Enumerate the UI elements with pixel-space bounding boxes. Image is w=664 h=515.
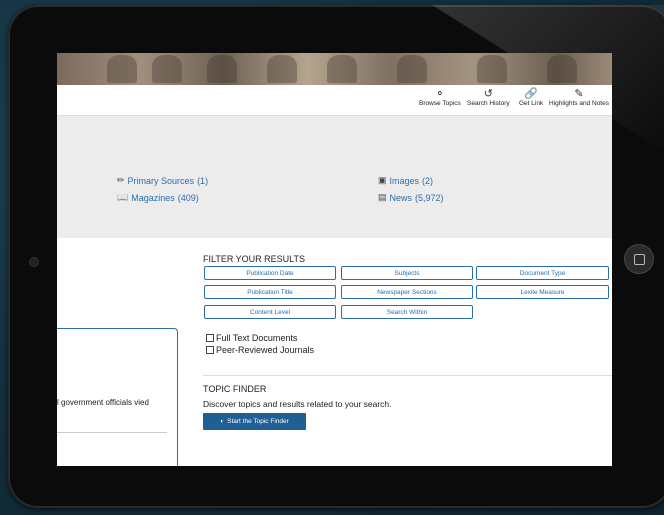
filter-subjects[interactable]: Subjects xyxy=(341,266,473,280)
start-topic-finder-label: Start the Topic Finder xyxy=(227,418,289,425)
book-icon: 📖 xyxy=(117,192,129,202)
browse-topics-button[interactable]: ⚬ Browse Topics xyxy=(419,88,461,107)
filter-search-within[interactable]: Search Within xyxy=(341,305,473,319)
filter-publication-date[interactable]: Publication Date xyxy=(204,266,336,280)
filter-document-type[interactable]: Document Type xyxy=(476,266,609,280)
news-label: News xyxy=(389,192,413,203)
images-label: Images xyxy=(389,175,420,186)
filter-newspaper-sections[interactable]: Newspaper Sections xyxy=(341,285,473,299)
topic-finder-icon: ◐ xyxy=(220,418,225,425)
screen: ⚬ Browse Topics ↺ Search History 🔗 Get L… xyxy=(57,53,612,466)
topic-finder-title: TOPIC FINDER xyxy=(203,384,267,394)
browse-topics-label: Browse Topics xyxy=(419,100,461,107)
header-banner-image xyxy=(57,53,612,85)
peer-reviewed-checkbox[interactable]: Peer-Reviewed Journals xyxy=(206,345,314,355)
search-history-label: Search History xyxy=(467,100,510,107)
result-snippet: l government officials vied xyxy=(57,398,149,407)
news-count: (5,972) xyxy=(415,192,444,203)
primary-sources-count: (1) xyxy=(197,175,209,186)
get-link-button[interactable]: 🔗 Get Link xyxy=(519,88,543,107)
filter-title: FILTER YOUR RESULTS xyxy=(203,254,306,264)
full-text-checkbox[interactable]: Full Text Documents xyxy=(206,333,297,343)
checkbox-icon[interactable] xyxy=(206,346,214,354)
pencil-icon: ✎ xyxy=(574,88,584,100)
magazines-count: (409) xyxy=(177,192,199,203)
lightbulb-icon: ⚬ xyxy=(435,88,445,100)
newspaper-icon: ▤ xyxy=(378,192,387,202)
start-topic-finder-button[interactable]: ◐ Start the Topic Finder xyxy=(203,413,306,430)
pencil-icon: ✏ xyxy=(117,175,125,185)
peer-reviewed-label: Peer-Reviewed Journals xyxy=(216,345,315,355)
camera-icon xyxy=(30,258,38,266)
filter-publication-title[interactable]: Publication Title xyxy=(204,285,336,299)
checkbox-icon[interactable] xyxy=(206,334,214,342)
search-history-button[interactable]: ↺ Search History xyxy=(467,88,510,107)
images-count: (2) xyxy=(422,175,434,186)
source-types-panel: ✏ Primary Sources (1) 📖 Magazines (409) … xyxy=(57,116,612,238)
link-icon: 🔗 xyxy=(524,88,538,100)
history-icon: ↺ xyxy=(483,88,493,100)
news-link[interactable]: ▤ News (5,972) xyxy=(378,192,444,203)
primary-sources-link[interactable]: ✏ Primary Sources (1) xyxy=(117,175,208,186)
home-square-icon xyxy=(633,253,645,265)
toolbar: ⚬ Browse Topics ↺ Search History 🔗 Get L… xyxy=(57,85,612,116)
home-button[interactable] xyxy=(624,244,654,274)
section-divider xyxy=(203,375,612,376)
primary-sources-label: Primary Sources xyxy=(127,175,195,186)
filter-lexile-measure[interactable]: Lexile Measure xyxy=(476,285,609,299)
result-divider xyxy=(57,432,167,433)
filter-content-level[interactable]: Content Level xyxy=(204,305,336,319)
magazines-link[interactable]: 📖 Magazines (409) xyxy=(117,192,199,203)
highlights-notes-button[interactable]: ✎ Highlights and Notes xyxy=(549,88,609,107)
result-card xyxy=(57,328,178,466)
images-link[interactable]: ▣ Images (2) xyxy=(378,175,433,186)
image-icon: ▣ xyxy=(378,175,387,185)
magazines-label: Magazines xyxy=(131,192,175,203)
highlights-notes-label: Highlights and Notes xyxy=(549,100,609,107)
get-link-label: Get Link xyxy=(519,100,544,107)
full-text-label: Full Text Documents xyxy=(216,333,298,343)
topic-finder-description: Discover topics and results related to y… xyxy=(203,399,392,409)
